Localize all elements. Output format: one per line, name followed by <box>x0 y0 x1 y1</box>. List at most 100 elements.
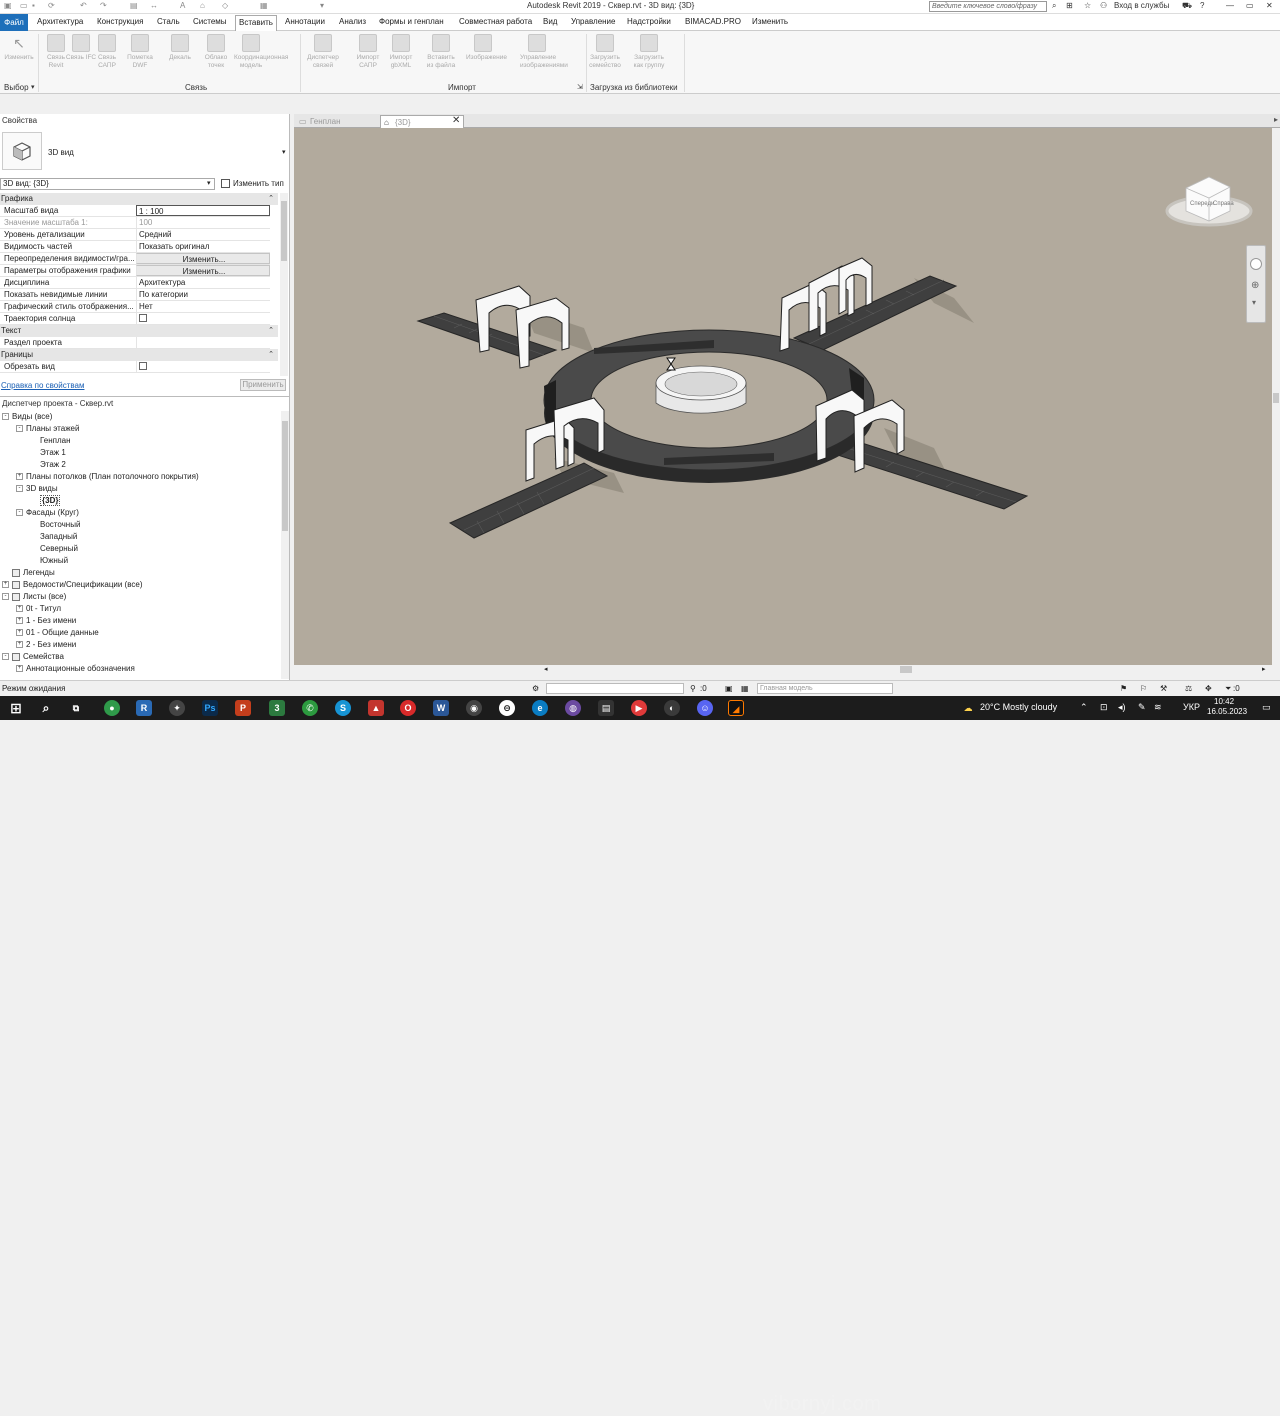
menu-manage[interactable]: Управление <box>571 17 615 26</box>
nav-dropdown-icon[interactable]: ▾ <box>1252 298 1256 307</box>
expand-icon[interactable]: + <box>16 629 23 637</box>
property-value[interactable]: 100 <box>136 217 270 228</box>
collapse-icon[interactable]: ⌃ <box>268 193 274 205</box>
tree-item[interactable]: + Планы потолков (План потолочного покрыт… <box>16 472 199 482</box>
sync-icon[interactable]: ⟳ <box>48 2 56 10</box>
import-expand-icon[interactable]: ⇲ <box>577 83 583 91</box>
collapse-icon[interactable]: ⌃ <box>268 349 274 361</box>
property-value[interactable]: Архитектура <box>136 277 270 288</box>
app-orange-icon[interactable]: ◢ <box>728 700 744 716</box>
property-value[interactable] <box>136 337 270 348</box>
ribbon-button-0[interactable]: ↖ Изменить <box>2 34 36 62</box>
sign-in-label[interactable]: Вход в службы <box>1114 1 1169 10</box>
switch-windows-icon[interactable]: ▦ <box>260 2 268 10</box>
menu-structure[interactable]: Конструкция <box>97 17 143 26</box>
category-extents[interactable]: Границы ⌃ <box>0 349 278 361</box>
property-value[interactable]: Изменить... <box>136 265 270 276</box>
clock-date[interactable]: 16.05.2023 <box>1207 707 1247 716</box>
taskbar-search-icon[interactable]: ⌕ <box>38 700 54 716</box>
collapse-icon[interactable]: - <box>16 509 23 517</box>
menu-annotate[interactable]: Аннотации <box>285 17 325 26</box>
property-value[interactable]: Нет <box>136 301 270 312</box>
collapse-icon[interactable]: - <box>2 413 9 421</box>
property-value[interactable]: Показать оригинал <box>136 241 270 252</box>
youtube-icon[interactable]: ▶ <box>631 700 647 716</box>
tree-item[interactable]: Легенды <box>2 568 55 578</box>
tab-site-plan[interactable]: ▭ Генплан <box>296 115 380 128</box>
ribbon-button-6[interactable]: Облако точек <box>199 34 233 70</box>
ribbon-button-15[interactable]: Загрузить как группу <box>632 34 666 70</box>
text-icon[interactable]: A <box>180 2 188 10</box>
photoshop-icon[interactable]: Ps <box>202 700 218 716</box>
app-red-icon[interactable]: ▲ <box>368 700 384 716</box>
tree-item[interactable]: Западный <box>30 532 77 542</box>
collapse-icon[interactable]: ⌃ <box>268 325 274 337</box>
tab-close-icon[interactable]: ✕ <box>452 115 460 126</box>
measure-icon[interactable]: ↔ <box>150 2 158 10</box>
design-option-combo[interactable]: Главная модель <box>757 683 893 694</box>
menu-view[interactable]: Вид <box>543 17 557 26</box>
tree-item[interactable]: - Виды (все) <box>2 412 52 422</box>
close-icon[interactable]: ✕ <box>1266 1 1273 10</box>
property-checkbox[interactable] <box>139 362 147 370</box>
property-value[interactable]: 1 : 100 <box>136 205 270 216</box>
tree-item[interactable]: Южный <box>30 556 68 566</box>
files-icon[interactable]: ▤ <box>598 700 614 716</box>
ribbon-button-11[interactable]: Вставить из файла <box>424 34 458 70</box>
quick-access-dropdown-icon[interactable]: ▾ <box>320 2 328 10</box>
word-icon[interactable]: W <box>433 700 449 716</box>
notifications-icon[interactable]: ▭ <box>1262 702 1271 713</box>
editable-icon[interactable]: ⚲ <box>690 684 696 693</box>
zoom-icon[interactable]: ⊕ <box>1251 280 1259 291</box>
revit-taskbar-icon[interactable]: R <box>136 700 152 716</box>
tree-item[interactable]: +01 - Общие данные <box>16 628 99 638</box>
viewport-horizontal-scrollbar[interactable]: ◂ ▸ <box>294 665 1272 674</box>
property-value[interactable]: Изменить... <box>136 253 270 264</box>
tree-item[interactable]: -3D виды <box>16 484 58 494</box>
expand-icon[interactable]: + <box>16 605 23 613</box>
tree-item[interactable]: Этаж 1 <box>30 448 66 458</box>
tray-chevron-icon[interactable]: ⌃ <box>1080 702 1088 713</box>
tree-item[interactable]: Этаж 2 <box>30 460 66 470</box>
collapse-icon[interactable]: - <box>2 653 9 661</box>
windows-start-icon[interactable]: ⊞ <box>8 700 24 716</box>
properties-scrollbar[interactable] <box>280 193 288 376</box>
app-circle-icon[interactable]: ◉ <box>466 700 482 716</box>
collapse-icon[interactable]: - <box>16 485 23 493</box>
drag-elements-icon[interactable]: ✥ <box>1205 684 1212 693</box>
network-icon[interactable]: ⊡ <box>1100 702 1108 713</box>
menu-systems[interactable]: Системы <box>193 17 227 26</box>
ribbon-button-3[interactable]: Связь САПР <box>90 34 124 70</box>
task-view-icon[interactable]: ⧉ <box>68 700 84 716</box>
3d-view-icon[interactable]: ⌂ <box>200 2 208 10</box>
tree-item[interactable]: + Ведомости/Спецификации (все) <box>2 580 143 590</box>
tree-item[interactable]: Генплан <box>30 436 71 446</box>
section-icon[interactable]: ◇ <box>222 2 230 10</box>
help-icon[interactable]: ? <box>1200 1 1204 10</box>
skype-icon[interactable]: S <box>335 700 351 716</box>
tree-item[interactable]: +1 - Без имени <box>16 616 76 626</box>
property-value[interactable] <box>136 313 270 324</box>
tree-item[interactable]: - Семейства <box>2 652 64 662</box>
property-value[interactable]: Средний <box>136 229 270 240</box>
viewcube-front[interactable]: Спереди <box>1190 201 1214 207</box>
tree-item[interactable]: {3D} <box>30 495 61 506</box>
tree-item[interactable]: - Листы (все) <box>2 592 66 602</box>
menu-file[interactable]: Файл <box>0 14 28 31</box>
property-checkbox[interactable] <box>139 314 147 322</box>
menu-collaborate[interactable]: Совместная работа <box>459 17 532 26</box>
search-icon[interactable]: ⌕ <box>1052 1 1056 11</box>
ribbon-button-10[interactable]: Импорт gbXML <box>384 34 418 70</box>
ribbon-button-12[interactable]: Изображение <box>466 34 507 62</box>
app-purple-icon[interactable]: ◍ <box>565 700 581 716</box>
edge-icon[interactable]: e <box>532 700 548 716</box>
maximize-icon[interactable]: ▭ <box>1246 1 1254 10</box>
media-icon[interactable]: ⊖ <box>499 700 515 716</box>
menu-modify[interactable]: Изменить <box>752 17 788 26</box>
weather-icon[interactable]: ☁ <box>960 700 976 716</box>
weather-text[interactable]: 20°C Mostly cloudy <box>980 702 1057 712</box>
collapse-icon[interactable]: - <box>16 425 23 433</box>
phone-icon[interactable]: ✆ <box>302 700 318 716</box>
view-selector-dropdown-icon[interactable]: ▾ <box>207 179 211 187</box>
tree-item[interactable]: +2 - Без имени <box>16 640 76 650</box>
